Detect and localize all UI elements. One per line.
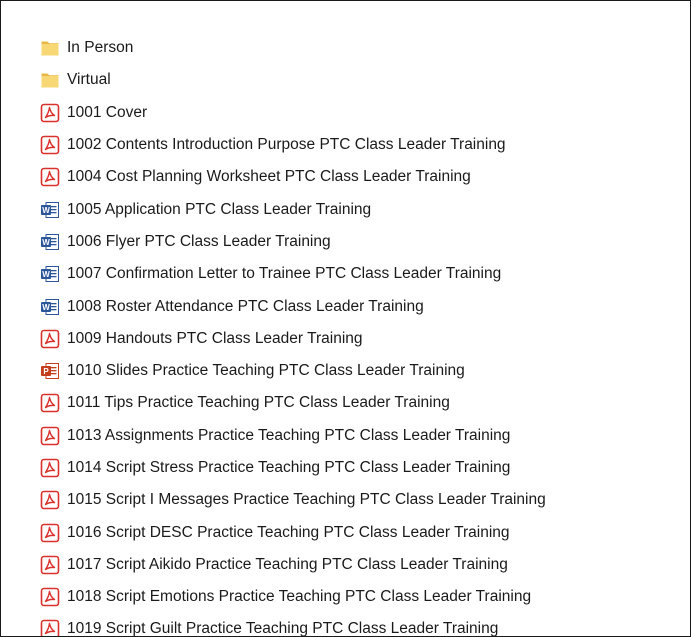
file-name-label: 1007 Confirmation Letter to Trainee PTC … bbox=[67, 265, 502, 283]
folder-item[interactable]: Virtual bbox=[40, 64, 690, 96]
word-icon: W bbox=[40, 200, 60, 220]
powerpoint-icon: P bbox=[40, 361, 60, 381]
pdf-icon bbox=[40, 490, 60, 510]
file-name-label: 1001 Cover bbox=[67, 103, 148, 121]
pdf-icon bbox=[40, 103, 60, 123]
file-name-label: 1014 Script Stress Practice Teaching PTC… bbox=[67, 459, 511, 476]
svg-text:W: W bbox=[42, 206, 50, 215]
pdf-icon bbox=[40, 587, 60, 607]
file-item[interactable]: W 1007 Confirmation Letter to Trainee PTC… bbox=[40, 258, 690, 290]
file-name-label: 1006 Flyer PTC Class Leader Training bbox=[67, 232, 331, 250]
file-item[interactable]: P 1010 Slides Practice Teaching PTC Class… bbox=[40, 355, 690, 387]
file-item[interactable]: 1017 Script Aikido Practice Teaching PTC… bbox=[40, 549, 690, 581]
word-icon: W bbox=[40, 264, 60, 284]
file-item[interactable]: 1004 Cost Planning Worksheet PTC Class L… bbox=[40, 161, 690, 193]
file-name-label: 1015 Script I Messages Practice Teaching… bbox=[67, 491, 546, 509]
file-item[interactable]: 1011 Tips Practice Teaching PTC Class Le… bbox=[40, 387, 690, 419]
file-name-label: Virtual bbox=[67, 71, 111, 89]
file-name-label: 1009 Handouts PTC Class Leader Training bbox=[67, 329, 363, 347]
file-item[interactable]: 1019 Script Guilt Practice Teaching PTC … bbox=[40, 613, 690, 637]
file-name-label: 1017 Script Aikido Practice Teaching PTC… bbox=[67, 555, 508, 573]
file-item[interactable]: 1013 Assignments Practice Teaching PTC C… bbox=[40, 420, 690, 452]
folder-icon bbox=[40, 38, 60, 58]
file-name-label: 1013 Assignments Practice Teaching PTC C… bbox=[67, 426, 511, 444]
pdf-icon bbox=[40, 523, 60, 543]
file-list: In Person Virtual 1001 Cover 1002 Contents … bbox=[40, 32, 690, 637]
file-name-label: 1005 Application PTC Class Leader Traini… bbox=[67, 200, 372, 218]
svg-text:W: W bbox=[42, 238, 50, 247]
file-name-label: 1002 Contents Introduction Purpose PTC C… bbox=[67, 136, 506, 154]
svg-text:W: W bbox=[42, 303, 50, 312]
file-item[interactable]: 1009 Handouts PTC Class Leader Training bbox=[40, 323, 690, 355]
file-name-label: 1008 Roster Attendance PTC Class Leader … bbox=[67, 297, 424, 315]
file-name-label: In Person bbox=[67, 39, 134, 57]
pdf-icon bbox=[40, 167, 60, 187]
file-name-label: 1004 Cost Planning Worksheet PTC Class L… bbox=[67, 168, 471, 186]
file-item[interactable]: 1015 Script I Messages Practice Teaching… bbox=[40, 484, 690, 516]
word-icon: W bbox=[40, 297, 60, 317]
folder-icon bbox=[40, 70, 60, 90]
file-item[interactable]: W 1005 Application PTC Class Leader Train… bbox=[40, 193, 690, 225]
word-icon: W bbox=[40, 232, 60, 252]
file-item[interactable]: 1001 Cover bbox=[40, 97, 690, 129]
svg-text:W: W bbox=[42, 270, 50, 279]
file-item[interactable]: W 1008 Roster Attendance PTC Class Leader… bbox=[40, 290, 690, 322]
folder-item[interactable]: In Person bbox=[40, 32, 690, 64]
file-name-label: 1018 Script Emotions Practice Teaching P… bbox=[67, 588, 532, 606]
file-name-label: 1010 Slides Practice Teaching PTC Class … bbox=[67, 362, 465, 380]
file-item[interactable]: 1014 Script Stress Practice Teaching PTC… bbox=[40, 452, 690, 484]
svg-text:P: P bbox=[43, 367, 49, 376]
file-item[interactable]: W 1006 Flyer PTC Class Leader Training bbox=[40, 226, 690, 258]
pdf-icon bbox=[40, 393, 60, 413]
file-item[interactable]: 1016 Script DESC Practice Teaching PTC C… bbox=[40, 516, 690, 548]
file-name-label: 1011 Tips Practice Teaching PTC Class Le… bbox=[67, 394, 450, 412]
pdf-icon bbox=[40, 329, 60, 349]
pdf-icon bbox=[40, 426, 60, 446]
file-name-label: 1016 Script DESC Practice Teaching PTC C… bbox=[67, 523, 510, 541]
file-item[interactable]: 1018 Script Emotions Practice Teaching P… bbox=[40, 581, 690, 613]
pdf-icon bbox=[40, 555, 60, 575]
pdf-icon bbox=[40, 135, 60, 155]
file-explorer-window: In Person Virtual 1001 Cover 1002 Contents … bbox=[0, 0, 691, 637]
pdf-icon bbox=[40, 458, 60, 478]
file-item[interactable]: 1002 Contents Introduction Purpose PTC C… bbox=[40, 129, 690, 161]
pdf-icon bbox=[40, 619, 60, 636]
file-name-label: 1019 Script Guilt Practice Teaching PTC … bbox=[67, 620, 499, 637]
